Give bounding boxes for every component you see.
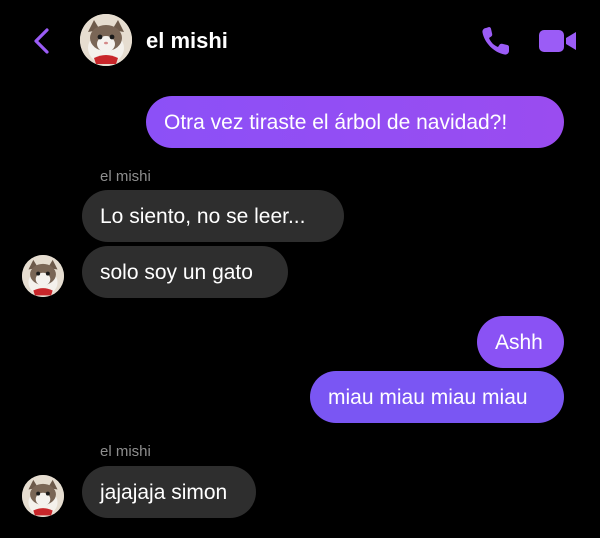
- back-chevron-icon[interactable]: [30, 26, 54, 56]
- contact-name[interactable]: el mishi: [146, 28, 228, 54]
- contact-avatar-small[interactable]: [22, 475, 64, 517]
- message-text: solo soy un gato: [100, 260, 253, 284]
- chat-header: el mishi: [0, 0, 600, 82]
- phone-call-icon[interactable]: [479, 24, 513, 58]
- sender-label: el mishi: [100, 443, 151, 460]
- message-bubble-incoming[interactable]: Lo siento, no se leer...: [82, 190, 344, 242]
- sender-label: el mishi: [100, 168, 151, 185]
- message-bubble-outgoing[interactable]: miau miau miau miau: [310, 371, 564, 423]
- message-bubble-incoming[interactable]: solo soy un gato: [82, 246, 288, 298]
- cat-photo-icon: [22, 255, 64, 297]
- contact-avatar-small[interactable]: [22, 255, 64, 297]
- cat-photo-icon: [80, 14, 132, 66]
- cat-photo-icon: [22, 475, 64, 517]
- video-call-icon[interactable]: [538, 28, 578, 54]
- message-bubble-outgoing[interactable]: Ashh: [477, 316, 564, 368]
- message-text: miau miau miau miau: [328, 385, 528, 409]
- message-text: jajajaja simon: [100, 480, 228, 504]
- message-bubble-outgoing[interactable]: Otra vez tiraste el árbol de navidad?!: [146, 96, 564, 148]
- message-text: Lo siento, no se leer...: [100, 204, 306, 228]
- message-bubble-incoming[interactable]: jajajaja simon: [82, 466, 256, 518]
- message-text: Otra vez tiraste el árbol de navidad?!: [164, 110, 508, 134]
- contact-avatar[interactable]: [80, 14, 132, 66]
- message-text: Ashh: [495, 330, 543, 354]
